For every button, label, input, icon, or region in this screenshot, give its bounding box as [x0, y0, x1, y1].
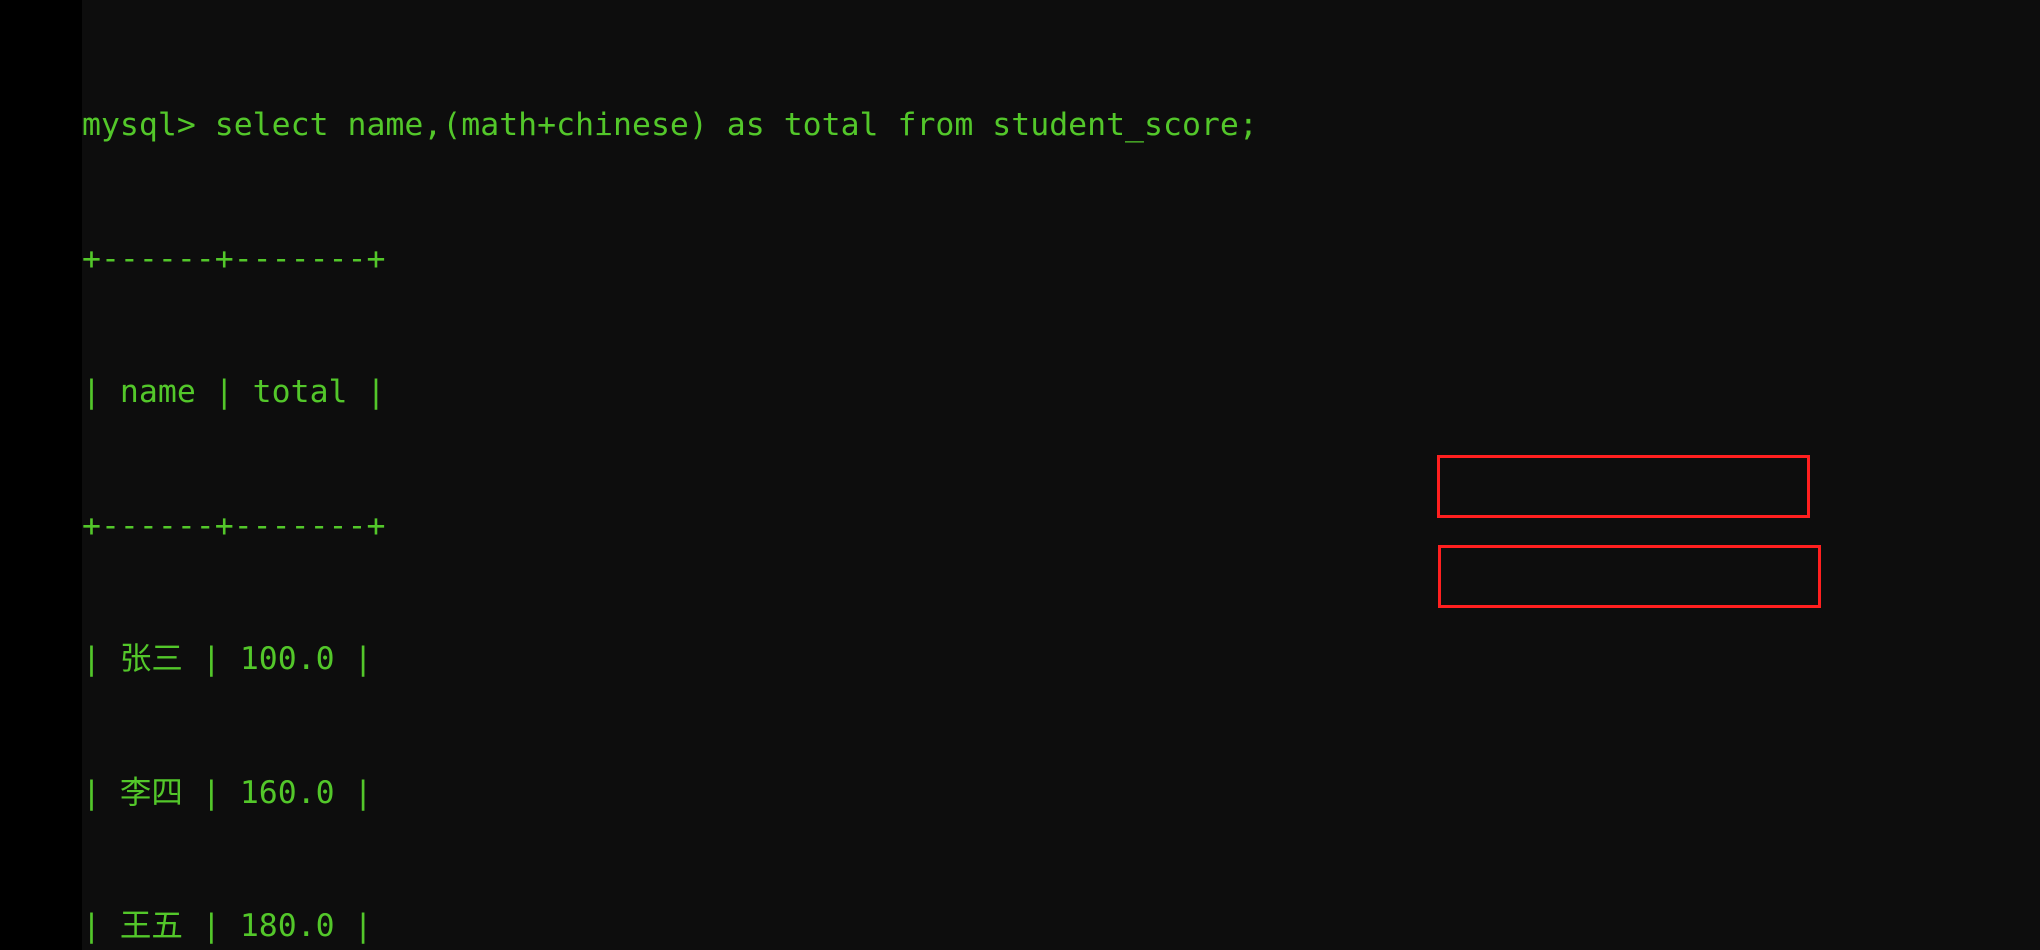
terminal-screenshot: mysql> select name,(math+chinese) as tot… [0, 0, 2040, 950]
terminal-line-table1-row-1: | 张三 | 100.0 | [82, 641, 373, 677]
terminal-line-table1-header: | name | total | [82, 374, 386, 410]
terminal-output[interactable]: mysql> select name,(math+chinese) as tot… [82, 14, 1580, 950]
terminal-line-table1-row-2: | 李四 | 160.0 | [82, 774, 373, 811]
terminal-line-table1-top-border: +------+-------+ [82, 240, 386, 277]
terminal-window[interactable]: mysql> select name,(math+chinese) as tot… [82, 0, 2040, 950]
terminal-line-query-1: mysql> select name,(math+chinese) as tot… [82, 107, 1258, 143]
terminal-line-table1-header-sep: +------+-------+ [82, 507, 386, 544]
terminal-line-table1-row-3: | 王五 | 180.0 | [82, 908, 373, 944]
